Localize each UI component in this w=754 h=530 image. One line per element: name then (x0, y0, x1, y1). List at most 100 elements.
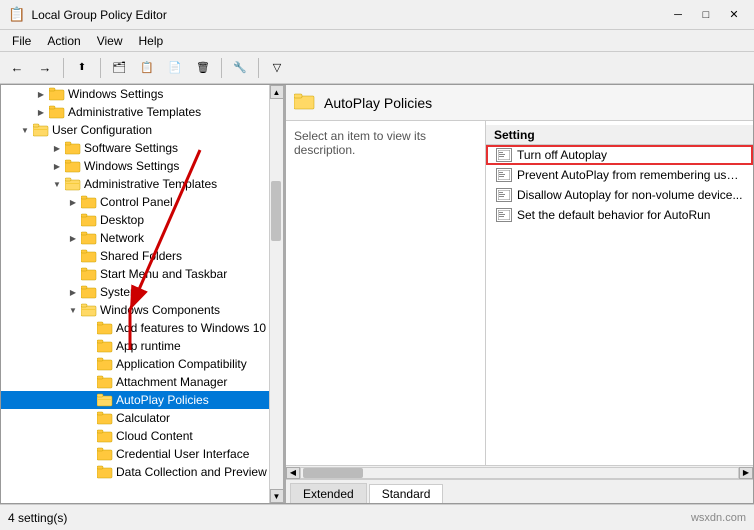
show-hide-button[interactable]: 🗂 (106, 56, 132, 80)
title-bar: 📋 Local Group Policy Editor ─ □ ✕ (0, 0, 754, 30)
tree-label-control-panel: Control Panel (100, 195, 173, 209)
tree-expander-desktop[interactable] (65, 212, 81, 228)
right-panel: AutoPlay Policies Select an item to view… (286, 85, 753, 503)
menu-file[interactable]: File (4, 32, 39, 50)
filter-button[interactable]: ▽ (264, 56, 290, 80)
description-panel: Select an item to view its description. (286, 121, 486, 465)
minimize-button[interactable]: ─ (666, 5, 690, 25)
tree-label-app-runtime: App runtime (116, 339, 181, 353)
tree-item-desktop[interactable]: Desktop (1, 211, 283, 229)
tree-item-admin-templates-2[interactable]: ▼ Administrative Templates (1, 175, 283, 193)
tree-expander-user-config[interactable]: ▼ (17, 122, 33, 138)
tree-expander-network[interactable]: ▶ (65, 230, 81, 246)
tree-item-win-components[interactable]: ▼ Windows Components (1, 301, 283, 319)
right-panel-header: AutoPlay Policies (286, 85, 753, 121)
maximize-button[interactable]: □ (694, 5, 718, 25)
tree-item-system[interactable]: ▶ System (1, 283, 283, 301)
tree-item-shared-folders[interactable]: Shared Folders (1, 247, 283, 265)
tree-item-user-config[interactable]: ▼ User Configuration (1, 121, 283, 139)
tree-label-admin-templates-2: Administrative Templates (84, 177, 217, 191)
folder-icon-system (81, 285, 97, 299)
tree-item-autoplay[interactable]: AutoPlay Policies (1, 391, 283, 409)
setting-row-turn-off-autoplay[interactable]: Turn off Autoplay (486, 145, 753, 165)
menu-action[interactable]: Action (39, 32, 88, 50)
tree-expander-attach-mgr[interactable] (81, 374, 97, 390)
tree-item-control-panel[interactable]: ▶ Control Panel (1, 193, 283, 211)
window-title: Local Group Policy Editor (31, 8, 166, 22)
tree-item-cred-ui[interactable]: Credential User Interface (1, 445, 283, 463)
folder-icon-data-collection (97, 465, 113, 479)
tree-item-calculator[interactable]: Calculator (1, 409, 283, 427)
tree-item-network[interactable]: ▶ Network (1, 229, 283, 247)
tree-expander-data-collection[interactable] (81, 464, 97, 480)
tree-label-shared-folders: Shared Folders (100, 249, 182, 263)
tree-item-attach-mgr[interactable]: Attachment Manager (1, 373, 283, 391)
tree-item-software-settings[interactable]: ▶ Software Settings (1, 139, 283, 157)
folder-header-icon (294, 92, 318, 114)
setting-icon-turn-off-autoplay (496, 148, 512, 162)
h-scrollbar-area[interactable]: ◀ ▶ (286, 465, 753, 479)
tree-expander-admin-templates-1[interactable]: ▶ (33, 104, 49, 120)
tree-expander-shared-folders[interactable] (65, 248, 81, 264)
tree-expander-software-settings[interactable]: ▶ (49, 140, 65, 156)
properties-button[interactable]: 🔧 (227, 56, 253, 80)
folder-icon-add-features (97, 321, 113, 335)
tree-label-calculator: Calculator (116, 411, 170, 425)
scroll-down-button[interactable]: ▼ (270, 489, 284, 503)
tree-expander-start-menu[interactable] (65, 266, 81, 282)
delete-button[interactable]: 🗑 (190, 56, 216, 80)
tree-item-data-collection[interactable]: Data Collection and Preview Buil... (1, 463, 283, 481)
tree-expander-cred-ui[interactable] (81, 446, 97, 462)
paste-button[interactable]: 📄 (162, 56, 188, 80)
up-button[interactable]: ⬆ (69, 56, 95, 80)
v-scrollbar[interactable]: ▲ ▼ (269, 85, 283, 503)
tree-expander-cloud-content[interactable] (81, 428, 97, 444)
tree-item-cloud-content[interactable]: Cloud Content (1, 427, 283, 445)
setting-row-set-default[interactable]: Set the default behavior for AutoRun (486, 205, 753, 225)
tab-standard[interactable]: Standard (369, 484, 444, 503)
forward-button[interactable]: → (32, 56, 58, 80)
back-button[interactable]: ← (4, 56, 30, 80)
settings-header-label: Setting (494, 128, 535, 142)
tree-item-app-runtime[interactable]: App runtime (1, 337, 283, 355)
folder-icon-software-settings (65, 141, 81, 155)
tree-expander-app-runtime[interactable] (81, 338, 97, 354)
tab-extended[interactable]: Extended (290, 483, 367, 503)
tree-expander-app-compat[interactable] (81, 356, 97, 372)
tree-expander-win-settings-1[interactable]: ▶ (33, 86, 49, 102)
v-scrollbar-thumb[interactable] (271, 181, 281, 241)
tree-expander-control-panel[interactable]: ▶ (65, 194, 81, 210)
scroll-right-button[interactable]: ▶ (739, 467, 753, 479)
menu-help[interactable]: Help (131, 32, 172, 50)
setting-row-prevent-autoplay[interactable]: Prevent AutoPlay from remembering user..… (486, 165, 753, 185)
tree-item-win-settings-1[interactable]: ▶ Windows Settings (1, 85, 283, 103)
folder-icon-control-panel (81, 195, 97, 209)
scroll-up-button[interactable]: ▲ (270, 85, 284, 99)
tree-item-admin-templates-1[interactable]: ▶ Administrative Templates (1, 103, 283, 121)
folder-icon-desktop (81, 213, 97, 227)
tree-expander-autoplay[interactable] (81, 392, 97, 408)
menu-view[interactable]: View (89, 32, 131, 50)
close-button[interactable]: ✕ (722, 5, 746, 25)
folder-icon-admin-templates-1 (49, 105, 65, 119)
tree-item-app-compat[interactable]: Application Compatibility (1, 355, 283, 373)
tree-item-start-menu[interactable]: Start Menu and Taskbar (1, 265, 283, 283)
h-scrollbar-thumb[interactable] (303, 468, 363, 478)
tree-expander-calculator[interactable] (81, 410, 97, 426)
tree-expander-win-components[interactable]: ▼ (65, 302, 81, 318)
tree-label-win-settings-1: Windows Settings (68, 87, 163, 101)
tree-label-cloud-content: Cloud Content (116, 429, 193, 443)
tree-expander-win-settings-2[interactable]: ▶ (49, 158, 65, 174)
setting-row-disallow-autoplay[interactable]: Disallow Autoplay for non-volume device.… (486, 185, 753, 205)
description-text: Select an item to view its description. (294, 129, 426, 157)
tree-expander-admin-templates-2[interactable]: ▼ (49, 176, 65, 192)
scroll-left-button[interactable]: ◀ (286, 467, 300, 479)
tree-expander-system[interactable]: ▶ (65, 284, 81, 300)
tree-item-add-features[interactable]: Add features to Windows 10 (1, 319, 283, 337)
main-container: ▶ Windows Settings▶ Administrative Templ… (0, 84, 754, 504)
tree-label-app-compat: Application Compatibility (116, 357, 247, 371)
copy-button[interactable]: 📋 (134, 56, 160, 80)
h-scrollbar-track[interactable] (300, 467, 739, 479)
tree-item-win-settings-2[interactable]: ▶ Windows Settings (1, 157, 283, 175)
tree-expander-add-features[interactable] (81, 320, 97, 336)
